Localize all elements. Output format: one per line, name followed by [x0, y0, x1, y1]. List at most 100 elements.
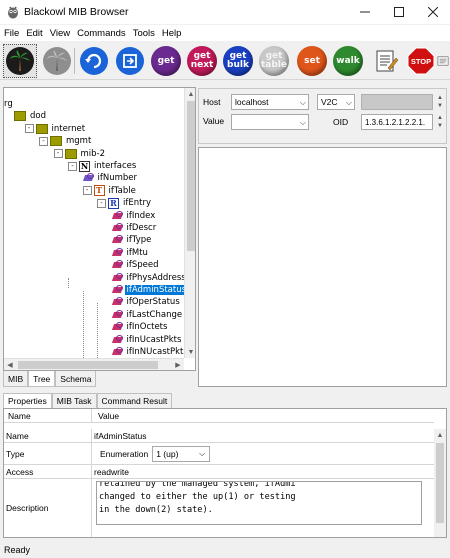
get-next-button[interactable]: get next — [185, 44, 219, 78]
scroll-thumb[interactable] — [436, 443, 444, 523]
description-line: in the down(2) state). — [99, 505, 213, 515]
maximize-button[interactable] — [382, 0, 416, 24]
collapse-toggle-icon[interactable]: - — [68, 161, 77, 171]
tab-properties[interactable]: Properties — [3, 393, 52, 408]
leaf-object-icon — [112, 272, 123, 283]
leaf-object-icon — [112, 235, 123, 245]
tree-vertical-scrollbar[interactable]: ▲ ▼ — [184, 88, 195, 358]
row-label: Description — [4, 479, 92, 537]
type-combo[interactable]: 1 (up) ⌵ — [152, 445, 211, 462]
tree-node-label: ifIndex — [126, 210, 156, 221]
tree-node[interactable]: rg — [4, 98, 15, 110]
get-button[interactable]: get — [149, 44, 183, 78]
refresh-button[interactable] — [77, 44, 111, 78]
menu-view[interactable]: View — [46, 28, 73, 39]
header-value: Value — [98, 410, 120, 421]
reload-button[interactable] — [113, 44, 147, 78]
community-field[interactable] — [361, 94, 433, 110]
description-line: retained by the managed system, ifAdmi — [99, 481, 296, 489]
scroll-up-icon[interactable]: ▲ — [434, 429, 446, 441]
description-textarea[interactable]: retained by the managed system, ifAdmi c… — [96, 481, 422, 525]
tab-tree[interactable]: Tree — [28, 371, 56, 387]
table-row: Type Enumeration 1 (up) ⌵ — [4, 443, 434, 465]
scroll-down-icon[interactable]: ▼ — [185, 346, 195, 358]
menu-help[interactable]: Help — [158, 28, 185, 39]
title-bar: Blackowl MIB Browser — [0, 0, 450, 24]
tree-node[interactable]: ifSpeed — [112, 259, 161, 271]
tree-node[interactable]: - TifTable — [82, 185, 138, 197]
settings-button[interactable] — [436, 44, 450, 78]
tree-node[interactable]: ifAdminStatus — [112, 284, 189, 296]
menu-tools[interactable]: Tools — [129, 28, 158, 39]
scroll-thumb[interactable] — [18, 361, 158, 369]
tree-node[interactable]: ifLastChange — [112, 309, 185, 321]
collapse-toggle-icon[interactable]: - — [82, 186, 92, 196]
left-tab-bar: MIB Tree Schema — [3, 371, 97, 387]
unload-mib-button[interactable] — [40, 44, 74, 78]
value-combo[interactable]: ⌵ — [231, 114, 309, 130]
menu-file[interactable]: File — [0, 28, 22, 39]
tab-mib-task[interactable]: MIB Task — [51, 393, 97, 408]
tree-horizontal-scrollbar[interactable]: ◀ ▶ — [4, 358, 184, 370]
tree-node[interactable]: ifInUcastPkts — [112, 334, 184, 346]
walk-button[interactable]: walk — [331, 44, 365, 78]
tree-node-label: ifTable — [108, 185, 136, 196]
scroll-thumb[interactable] — [187, 101, 195, 251]
notes-button[interactable] — [368, 44, 402, 78]
collapse-toggle-icon[interactable]: - — [24, 124, 34, 134]
tree-node[interactable]: ifInNUcastPkts — [112, 346, 190, 358]
set-button[interactable]: set — [295, 44, 329, 78]
tree-node[interactable]: ifPhysAddress — [112, 272, 188, 284]
load-mib-button[interactable] — [3, 44, 37, 78]
tree-node[interactable]: ifDescr — [112, 222, 159, 234]
collapse-toggle-icon[interactable]: - — [39, 136, 48, 146]
get-icon: get — [151, 46, 181, 76]
tree-node[interactable]: ifType — [112, 234, 154, 246]
scroll-up-icon[interactable]: ▲ — [185, 88, 195, 100]
value-label: Value — [203, 116, 225, 126]
leaf-object-icon — [112, 322, 123, 332]
tree-node[interactable]: - mib-2 — [53, 148, 108, 160]
tree-node[interactable]: ifOperStatus — [112, 296, 182, 308]
spinner[interactable]: ▲ ▼ — [434, 94, 446, 110]
get-bulk-button[interactable]: get bulk — [221, 44, 255, 78]
version-value: V2C — [321, 97, 338, 107]
host-combo[interactable]: localhost ⌵ — [231, 94, 309, 110]
properties-scrollbar[interactable]: ▲ — [434, 429, 446, 537]
tree-node[interactable]: - RifEntry — [97, 197, 153, 209]
scroll-right-icon[interactable]: ▶ — [172, 359, 184, 370]
menu-edit[interactable]: Edit — [22, 28, 45, 39]
tree-node-label: ifSpeed — [126, 260, 159, 271]
app-owl-icon — [8, 6, 18, 19]
tree-node[interactable]: ifInOctets — [112, 321, 170, 333]
stop-label: STOP — [411, 57, 431, 66]
minimize-button[interactable] — [348, 0, 382, 24]
spinner[interactable]: ▲ ▼ — [434, 114, 446, 130]
results-panel[interactable] — [198, 147, 447, 387]
tab-schema[interactable]: Schema — [55, 371, 97, 387]
tab-command-result[interactable]: Command Result — [96, 393, 173, 408]
tree-node[interactable]: ifMtu — [112, 247, 150, 259]
close-button[interactable] — [416, 0, 450, 24]
tree-node[interactable]: - internet — [24, 123, 88, 135]
tree-node[interactable]: dod — [14, 110, 48, 122]
scroll-left-icon[interactable]: ◀ — [4, 359, 16, 370]
row-value: Enumeration 1 (up) ⌵ — [92, 443, 434, 464]
reload-icon — [116, 47, 144, 75]
tree-node[interactable]: - mgmt — [39, 135, 93, 147]
menu-commands[interactable]: Commands — [73, 28, 129, 39]
get-table-button[interactable]: get table — [257, 44, 291, 78]
tree-node-label: ifType — [126, 235, 152, 246]
version-combo[interactable]: V2C ⌵ — [317, 94, 355, 110]
tab-mib[interactable]: MIB — [3, 371, 29, 387]
tree-node[interactable]: - Ninterfaces — [68, 160, 138, 172]
collapse-toggle-icon[interactable]: - — [97, 198, 106, 208]
mib-tree-panel[interactable]: rg dod - internet - mgmt - mib-2- Ninterfaces ifN… — [3, 87, 196, 371]
tree-node-label: ifDescr — [126, 223, 157, 233]
collapse-toggle-icon[interactable]: - — [53, 149, 63, 159]
stop-button[interactable]: STOP — [404, 44, 438, 78]
oid-field[interactable]: 1.3.6.1.2.1.2.2.1. — [361, 114, 433, 130]
tree-node[interactable]: ifIndex — [112, 210, 158, 222]
tree-node[interactable]: ifNumber — [83, 172, 140, 184]
table-row: Name ifAdminStatus — [4, 429, 434, 443]
